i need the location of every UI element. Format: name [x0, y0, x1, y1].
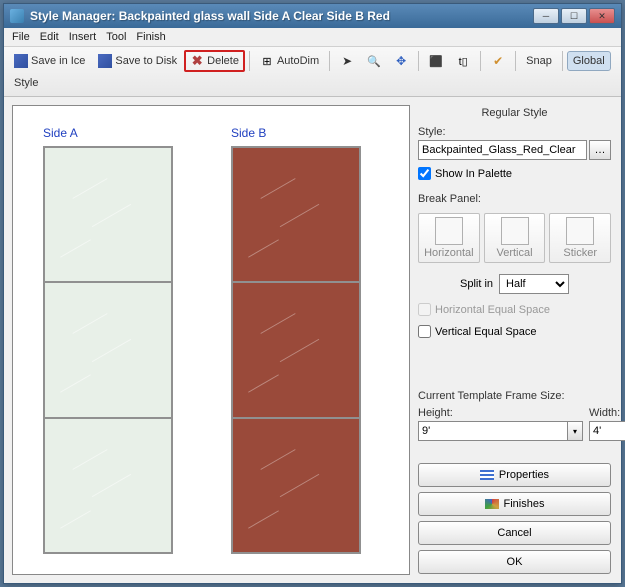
- horiz-equal-label: Horizontal Equal Space: [435, 304, 550, 316]
- menu-tool[interactable]: Tool: [106, 31, 126, 43]
- ok-button[interactable]: OK: [418, 550, 611, 574]
- side-b-label: Side B: [231, 126, 379, 140]
- height-label: Height:: [418, 407, 583, 419]
- vert-equal-label: Vertical Equal Space: [435, 326, 537, 338]
- finishes-icon: [485, 499, 499, 509]
- pointer-tool[interactable]: ➤: [334, 50, 360, 72]
- minimize-button[interactable]: ─: [533, 8, 559, 24]
- sticker-icon: [566, 217, 594, 245]
- content-area: Side A Side B Regular Style Style:: [4, 97, 621, 583]
- check-icon: ✔: [491, 54, 505, 68]
- separator: [480, 51, 481, 71]
- properties-icon: [480, 470, 494, 480]
- disk-icon: [14, 54, 28, 68]
- section-title: Regular Style: [418, 105, 611, 121]
- break-sticker-button[interactable]: Sticker: [549, 213, 611, 263]
- disk-icon: [98, 54, 112, 68]
- zoom-tool[interactable]: 🔍: [361, 50, 387, 72]
- style-input[interactable]: [418, 140, 587, 160]
- preview-pane: Side A Side B: [12, 105, 410, 575]
- height-input[interactable]: [418, 421, 567, 441]
- menu-edit[interactable]: Edit: [40, 31, 59, 43]
- properties-panel: Regular Style Style: … Show In Palette B…: [418, 105, 613, 575]
- break-panel-label: Break Panel:: [418, 193, 611, 205]
- show-in-palette-checkbox[interactable]: [418, 167, 431, 180]
- text-tool[interactable]: t▯: [450, 50, 476, 72]
- separator: [515, 51, 516, 71]
- app-icon: [10, 9, 24, 23]
- save-in-ice-button[interactable]: Save in Ice: [8, 50, 91, 72]
- menu-finish[interactable]: Finish: [136, 31, 165, 43]
- delete-button[interactable]: ✖ Delete: [184, 50, 245, 72]
- separator: [329, 51, 330, 71]
- cancel-button[interactable]: Cancel: [418, 521, 611, 545]
- finishes-button[interactable]: Finishes: [418, 492, 611, 516]
- style-browse-button[interactable]: …: [589, 140, 611, 160]
- frame-size-label: Current Template Frame Size:: [418, 390, 611, 402]
- snap-button[interactable]: Snap: [520, 51, 558, 71]
- break-horizontal-button[interactable]: Horizontal: [418, 213, 480, 263]
- split-in-select[interactable]: Half: [499, 274, 569, 294]
- save-to-disk-button[interactable]: Save to Disk: [92, 50, 183, 72]
- vert-equal-checkbox[interactable]: [418, 325, 431, 338]
- height-dropdown[interactable]: ▾: [567, 421, 583, 441]
- side-a-label: Side A: [43, 126, 191, 140]
- separator: [418, 51, 419, 71]
- toolbar: Save in Ice Save to Disk ✖ Delete ⊞ Auto…: [4, 47, 621, 97]
- show-in-palette-row[interactable]: Show In Palette: [418, 165, 611, 182]
- properties-button[interactable]: Properties: [418, 463, 611, 487]
- width-label: Width:: [589, 407, 625, 419]
- side-b-column: Side B: [231, 126, 379, 554]
- zoom-icon: 🔍: [367, 54, 381, 68]
- horiz-equal-checkbox: [418, 303, 431, 316]
- separator: [249, 51, 250, 71]
- style-button[interactable]: Style: [8, 73, 44, 93]
- check-tool[interactable]: ✔: [485, 50, 511, 72]
- plus-icon: ⬛: [429, 54, 443, 68]
- window-title: Style Manager: Backpainted glass wall Si…: [30, 9, 527, 23]
- side-b-panel[interactable]: [231, 146, 361, 554]
- delete-x-icon: ✖: [190, 54, 204, 68]
- separator: [562, 51, 563, 71]
- break-vertical-button[interactable]: Vertical: [484, 213, 546, 263]
- text-icon: t▯: [456, 54, 470, 68]
- pointer-icon: ➤: [340, 54, 354, 68]
- close-button[interactable]: ✕: [589, 8, 615, 24]
- pan-icon: ✥: [394, 54, 408, 68]
- horiz-equal-row[interactable]: Horizontal Equal Space: [418, 301, 611, 318]
- menu-file[interactable]: File: [12, 31, 30, 43]
- menu-insert[interactable]: Insert: [69, 31, 97, 43]
- pan-tool[interactable]: ✥: [388, 50, 414, 72]
- side-a-panel[interactable]: [43, 146, 173, 554]
- width-input[interactable]: [589, 421, 625, 441]
- side-a-column: Side A: [43, 126, 191, 554]
- titlebar: Style Manager: Backpainted glass wall Si…: [4, 4, 621, 28]
- add-tool[interactable]: ⬛: [423, 50, 449, 72]
- autodim-icon: ⊞: [260, 54, 274, 68]
- global-button[interactable]: Global: [567, 51, 611, 71]
- style-label: Style:: [418, 126, 611, 138]
- vertical-icon: [501, 217, 529, 245]
- menubar: File Edit Insert Tool Finish: [4, 28, 621, 47]
- vert-equal-row[interactable]: Vertical Equal Space: [418, 323, 611, 340]
- horizontal-icon: [435, 217, 463, 245]
- split-in-label: Split in: [460, 278, 493, 290]
- style-manager-window: Style Manager: Backpainted glass wall Si…: [3, 3, 622, 584]
- show-in-palette-label: Show In Palette: [435, 168, 512, 180]
- maximize-button[interactable]: ☐: [561, 8, 587, 24]
- autodim-button[interactable]: ⊞ AutoDim: [254, 50, 325, 72]
